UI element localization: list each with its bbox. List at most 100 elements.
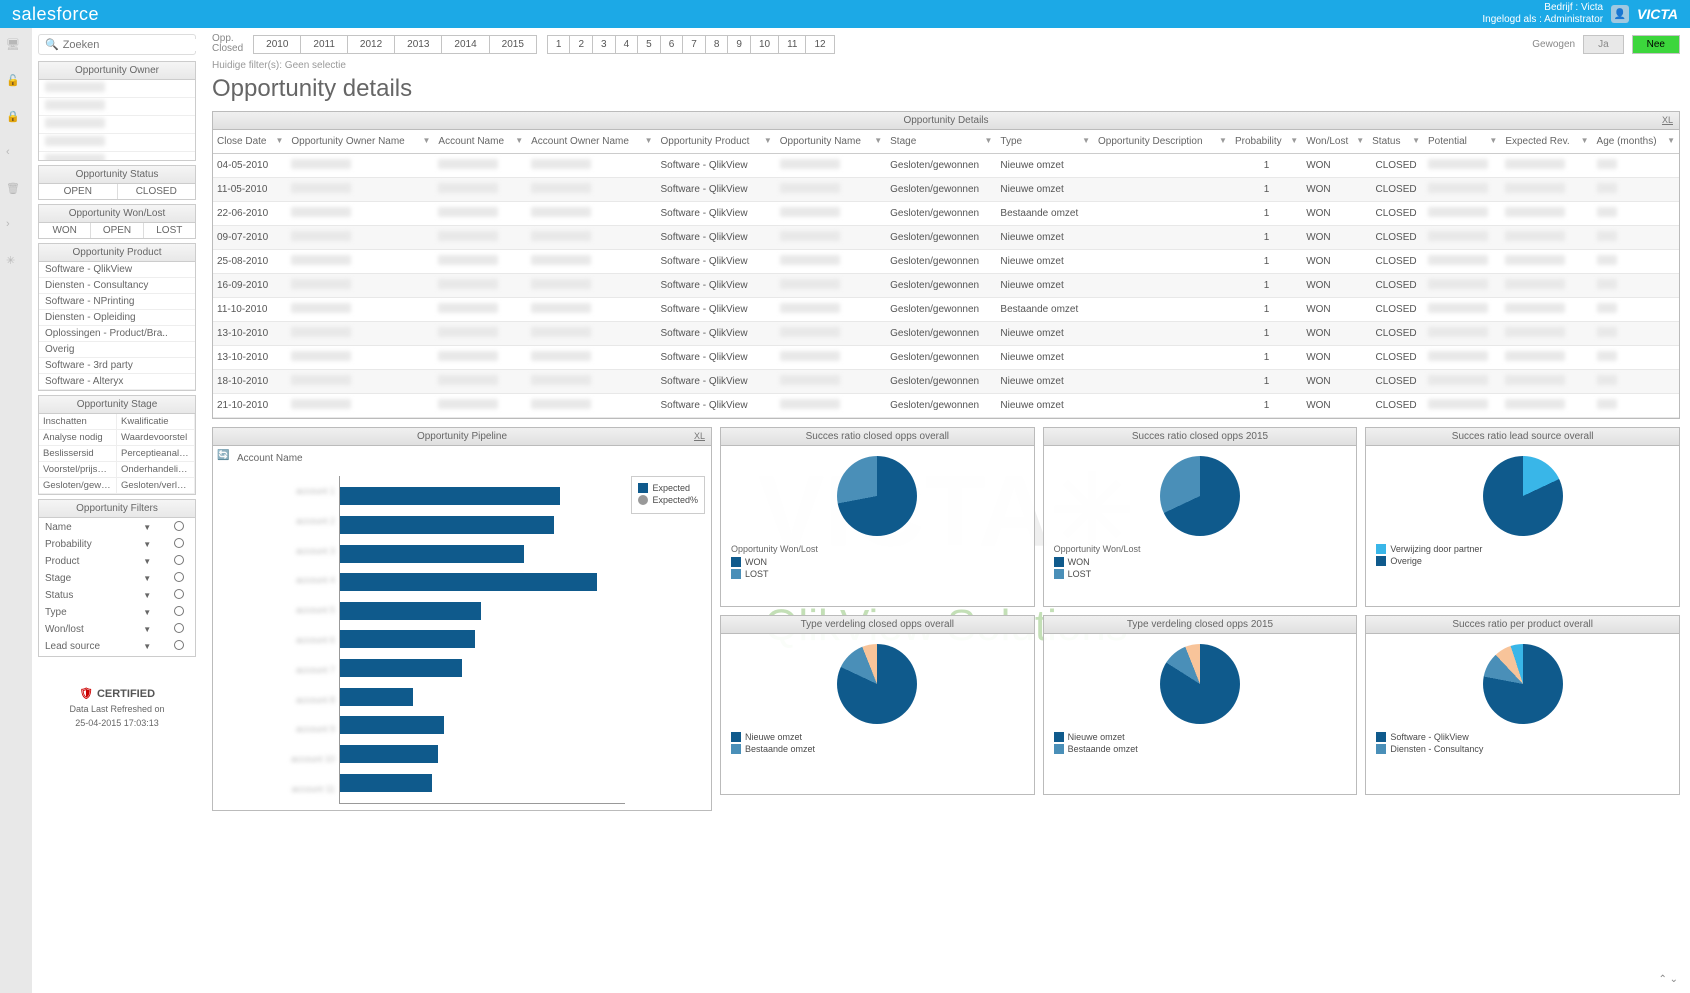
- status-cell[interactable]: CLOSED: [118, 184, 196, 199]
- back-icon[interactable]: ‹: [6, 146, 26, 166]
- month-btn[interactable]: 7: [683, 36, 706, 53]
- table-row[interactable]: 09-07-2010Software - QlikViewGesloten/ge…: [213, 226, 1679, 250]
- month-btn[interactable]: 1: [548, 36, 571, 53]
- search-box[interactable]: 🔍 ▼: [38, 34, 196, 55]
- status-cell[interactable]: OPEN: [39, 184, 118, 199]
- filter-radio[interactable]: [174, 623, 184, 633]
- bar[interactable]: [340, 688, 413, 706]
- wonlost-cell[interactable]: WON: [39, 223, 91, 238]
- filter-radio[interactable]: [174, 640, 184, 650]
- unlock-icon[interactable]: 🔓: [6, 74, 26, 94]
- column-header[interactable]: Opportunity Name ▼: [776, 130, 886, 154]
- stage-cell[interactable]: Gesloten/verloren: [117, 478, 195, 494]
- stage-cell[interactable]: Perceptieanalyse: [117, 446, 195, 462]
- lock-icon[interactable]: 🔒: [6, 110, 26, 130]
- list-item[interactable]: [39, 98, 195, 116]
- stage-cell[interactable]: Voorstel/prijsoff..: [39, 462, 117, 478]
- product-item[interactable]: Software - NPrinting: [39, 294, 195, 310]
- table-row[interactable]: 18-10-2010Software - QlikViewGesloten/ge…: [213, 370, 1679, 394]
- table-row[interactable]: 25-08-2010Software - QlikViewGesloten/ge…: [213, 250, 1679, 274]
- year-btn[interactable]: 2015: [490, 36, 536, 53]
- month-btn[interactable]: 3: [593, 36, 616, 53]
- expand-icon[interactable]: ⌃ ⌄: [1658, 974, 1678, 985]
- column-header[interactable]: Won/Lost ▼: [1302, 130, 1368, 154]
- bar[interactable]: [340, 745, 438, 763]
- bar[interactable]: [340, 602, 481, 620]
- toggle-ja[interactable]: Ja: [1583, 35, 1624, 54]
- filter-radio[interactable]: [174, 538, 184, 548]
- bar[interactable]: [340, 716, 444, 734]
- stage-cell[interactable]: Gesloten/gewon..: [39, 478, 117, 494]
- search-input[interactable]: [63, 39, 202, 51]
- xl-export[interactable]: XL: [1662, 115, 1673, 125]
- filter-radio[interactable]: [174, 589, 184, 599]
- product-item[interactable]: Overig: [39, 342, 195, 358]
- month-btn[interactable]: 6: [661, 36, 684, 53]
- product-item[interactable]: Software - QlikView: [39, 262, 195, 278]
- table-row[interactable]: 11-05-2010Software - QlikViewGesloten/ge…: [213, 178, 1679, 202]
- table-row[interactable]: 11-10-2010Software - QlikViewGesloten/ge…: [213, 298, 1679, 322]
- year-btn[interactable]: 2012: [348, 36, 395, 53]
- column-header[interactable]: Account Owner Name ▼: [527, 130, 656, 154]
- product-item[interactable]: Diensten - Opleiding: [39, 310, 195, 326]
- table-row[interactable]: 04-05-2010Software - QlikViewGesloten/ge…: [213, 154, 1679, 178]
- filter-radio[interactable]: [174, 521, 184, 531]
- stage-cell[interactable]: Kwalificatie: [117, 414, 195, 430]
- column-header[interactable]: Opportunity Description ▼: [1094, 130, 1231, 154]
- filter-radio[interactable]: [174, 606, 184, 616]
- year-btn[interactable]: 2010: [254, 36, 301, 53]
- column-header[interactable]: Stage ▼: [886, 130, 996, 154]
- list-item[interactable]: [39, 152, 195, 160]
- product-item[interactable]: Software - Alteryx: [39, 374, 195, 390]
- toggle-nee[interactable]: Nee: [1632, 35, 1680, 54]
- bar[interactable]: [340, 545, 524, 563]
- table-row[interactable]: 21-10-2010Software - QlikViewGesloten/ge…: [213, 394, 1679, 418]
- month-btn[interactable]: 8: [706, 36, 729, 53]
- bar[interactable]: [340, 774, 432, 792]
- product-item[interactable]: Diensten - Consultancy: [39, 278, 195, 294]
- month-btn[interactable]: 2: [570, 36, 593, 53]
- column-header[interactable]: Close Date ▼: [213, 130, 287, 154]
- month-btn[interactable]: 4: [616, 36, 639, 53]
- column-header[interactable]: Opportunity Product ▼: [656, 130, 775, 154]
- monitor-icon[interactable]: 🖥: [6, 38, 26, 58]
- xl-export[interactable]: XL: [694, 431, 705, 441]
- cycle-icon[interactable]: 🔄: [217, 450, 233, 466]
- stage-cell[interactable]: Beslissersid: [39, 446, 117, 462]
- month-btn[interactable]: 12: [806, 36, 833, 53]
- list-item[interactable]: [39, 134, 195, 152]
- bar[interactable]: [340, 573, 597, 591]
- month-btn[interactable]: 11: [779, 36, 806, 53]
- stage-cell[interactable]: Analyse nodig: [39, 430, 117, 446]
- trash-icon[interactable]: 🗑: [6, 182, 26, 202]
- wonlost-cell[interactable]: OPEN: [91, 223, 143, 238]
- column-header[interactable]: Opportunity Owner Name ▼: [287, 130, 434, 154]
- column-header[interactable]: Status ▼: [1368, 130, 1424, 154]
- stage-cell[interactable]: Inschatten: [39, 414, 117, 430]
- list-item[interactable]: [39, 116, 195, 134]
- wonlost-cell[interactable]: LOST: [144, 223, 195, 238]
- bar[interactable]: [340, 630, 475, 648]
- year-btn[interactable]: 2014: [442, 36, 489, 53]
- table-row[interactable]: 13-10-2010Software - QlikViewGesloten/ge…: [213, 322, 1679, 346]
- year-btn[interactable]: 2011: [301, 36, 348, 53]
- product-item[interactable]: Software - 3rd party: [39, 358, 195, 374]
- table-row[interactable]: 22-06-2010Software - QlikViewGesloten/ge…: [213, 202, 1679, 226]
- filter-radio[interactable]: [174, 555, 184, 565]
- bar[interactable]: [340, 516, 554, 534]
- column-header[interactable]: Account Name ▼: [434, 130, 527, 154]
- stage-cell[interactable]: Onderhandeling...: [117, 462, 195, 478]
- column-header[interactable]: Expected Rev. ▼: [1501, 130, 1592, 154]
- year-btn[interactable]: 2013: [395, 36, 442, 53]
- victa-icon[interactable]: ✳: [6, 254, 26, 274]
- month-btn[interactable]: 5: [638, 36, 661, 53]
- column-header[interactable]: Potential ▼: [1424, 130, 1501, 154]
- list-item[interactable]: [39, 80, 195, 98]
- bar[interactable]: [340, 659, 462, 677]
- bar[interactable]: [340, 487, 560, 505]
- month-btn[interactable]: 10: [751, 36, 779, 53]
- column-header[interactable]: Age (months) ▼: [1593, 130, 1679, 154]
- column-header[interactable]: Type ▼: [996, 130, 1094, 154]
- stage-cell[interactable]: Waardevoorstel: [117, 430, 195, 446]
- table-row[interactable]: 13-10-2010Software - QlikViewGesloten/ge…: [213, 346, 1679, 370]
